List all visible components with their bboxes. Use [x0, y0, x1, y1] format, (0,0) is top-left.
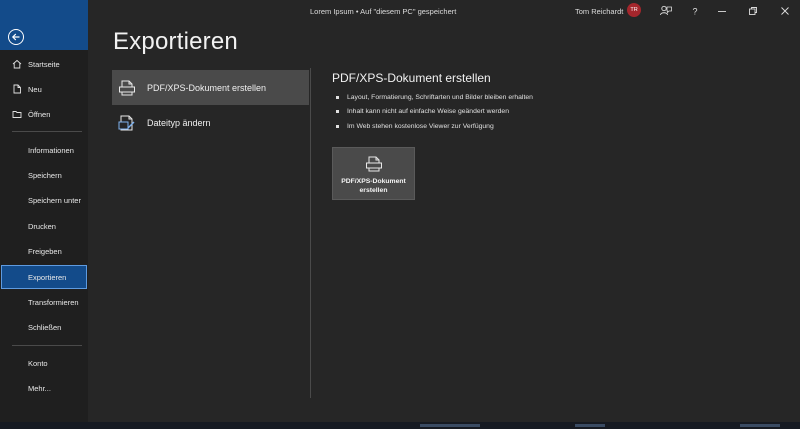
- sidebar-item-label: Mehr...: [28, 383, 51, 393]
- create-pdf-xps-button[interactable]: PDF/XPS-Dokument erstellen: [332, 147, 415, 200]
- create-button-label: PDF/XPS-Dokument erstellen: [341, 178, 406, 194]
- option-label: Dateityp ändern: [147, 117, 211, 128]
- taskbar-strip: [0, 422, 800, 429]
- sidebar-item-freigeben[interactable]: Freigeben: [0, 239, 88, 263]
- sidebar-item-label: Neu: [28, 84, 42, 94]
- sidebar-item-speichern[interactable]: Speichern: [0, 163, 88, 187]
- sidebar-item-label: Exportieren: [28, 272, 67, 282]
- sidebar-item-label: Schließen: [28, 322, 62, 332]
- sidebar-item-label: Startseite: [28, 59, 60, 69]
- title-bar: Lorem Ipsum • Auf "diesem PC" gespeicher…: [88, 0, 800, 24]
- avatar[interactable]: TR: [627, 3, 641, 17]
- list-item: Im Web stehen kostenlose Viewer zur Verf…: [336, 119, 533, 134]
- detail-title: PDF/XPS-Dokument erstellen: [332, 71, 491, 85]
- pdf-document-icon: [365, 156, 382, 172]
- help-icon[interactable]: ?: [688, 4, 702, 18]
- sidebar-item-label: Speichern unter: [28, 195, 81, 205]
- sidebar-item-speichern-unter[interactable]: Speichern unter: [0, 188, 88, 212]
- back-area: [0, 0, 88, 50]
- sidebar-divider: [12, 131, 82, 132]
- home-icon: [12, 59, 22, 69]
- change-filetype-icon: [118, 115, 135, 130]
- back-arrow-icon: [11, 33, 20, 41]
- detail-bullets: Layout, Formatierung, Schriftarten und B…: [336, 90, 533, 134]
- export-options-list: PDF/XPS-Dokument erstellen Dateityp ände…: [112, 68, 311, 398]
- taskbar-item[interactable]: [575, 424, 605, 427]
- list-item: Layout, Formatierung, Schriftarten und B…: [336, 90, 533, 105]
- coauthoring-icon[interactable]: [659, 4, 673, 18]
- taskbar-item[interactable]: [740, 424, 780, 427]
- sidebar-item-mehr[interactable]: Mehr...: [0, 376, 88, 400]
- sidebar-item-neu[interactable]: Neu: [0, 77, 88, 101]
- taskbar-item[interactable]: [420, 424, 480, 427]
- svg-text:?: ?: [693, 7, 698, 17]
- sidebar-item-label: Informationen: [28, 145, 74, 155]
- back-button[interactable]: [8, 29, 24, 45]
- user-name[interactable]: Tom Reichardt: [575, 7, 623, 16]
- sidebar-item-transformieren[interactable]: Transformieren: [0, 290, 88, 314]
- sidebar-item-konto[interactable]: Konto: [0, 351, 88, 375]
- restore-icon[interactable]: [746, 4, 760, 18]
- sidebar-item-label: Konto: [28, 358, 48, 368]
- sidebar-item-label: Drucken: [28, 221, 56, 231]
- pdf-document-icon: [119, 80, 135, 95]
- sidebar-item-label: Speichern: [28, 170, 62, 180]
- sidebar-item-informationen[interactable]: Informationen: [0, 138, 88, 162]
- sidebar-divider: [12, 345, 82, 346]
- option-label: PDF/XPS-Dokument erstellen: [147, 82, 267, 93]
- page-title: Exportieren: [113, 28, 238, 55]
- sidebar-item-label: Öffnen: [28, 109, 51, 119]
- list-item: Inhalt kann nicht auf einfache Weise geä…: [336, 105, 533, 120]
- option-create-pdf-xps[interactable]: PDF/XPS-Dokument erstellen: [112, 70, 309, 105]
- sidebar-item-oeffnen[interactable]: Öffnen: [0, 102, 88, 126]
- sidebar-item-drucken[interactable]: Drucken: [0, 214, 88, 238]
- sidebar-item-schliessen[interactable]: Schließen: [0, 315, 88, 339]
- new-document-icon: [13, 84, 21, 94]
- sidebar-item-startseite[interactable]: Startseite: [0, 52, 88, 76]
- sidebar-item-label: Freigeben: [28, 246, 62, 256]
- sidebar-item-exportieren[interactable]: Exportieren: [1, 265, 87, 289]
- folder-icon: [12, 111, 22, 118]
- option-change-filetype[interactable]: Dateityp ändern: [112, 105, 309, 140]
- minimize-icon[interactable]: [715, 4, 729, 18]
- document-title: Lorem Ipsum • Auf "diesem PC" gespeicher…: [310, 7, 457, 16]
- backstage-sidebar: Startseite Neu Öffnen Informationen Spei…: [0, 0, 88, 429]
- close-icon[interactable]: [778, 4, 792, 18]
- sidebar-item-label: Transformieren: [28, 297, 79, 307]
